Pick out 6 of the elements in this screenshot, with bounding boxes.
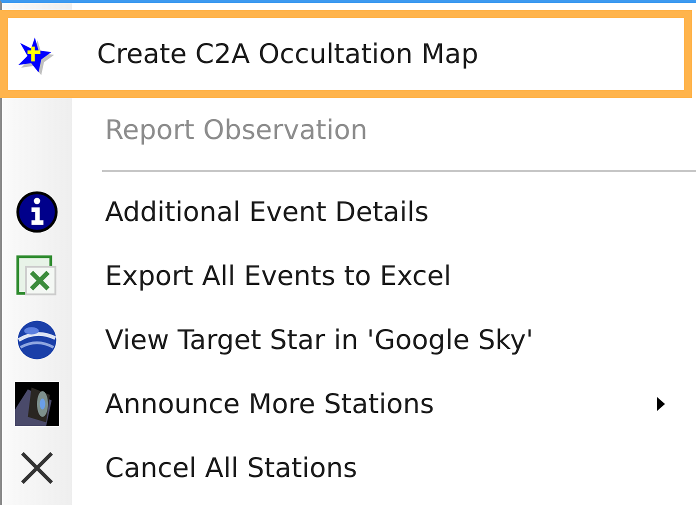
menu-item[interactable]: Announce More Stations	[2, 372, 696, 436]
menu-item[interactable]: Export All Events to Excel	[2, 244, 696, 308]
menu-item[interactable]: Create C2A Occultation Map	[0, 10, 692, 98]
menu-item[interactable]: Cancel All Stations	[2, 436, 696, 500]
menu-item[interactable]: View Target Star in 'Google Sky'	[2, 308, 696, 372]
menu-item[interactable]: Additional Event Details	[2, 180, 696, 244]
